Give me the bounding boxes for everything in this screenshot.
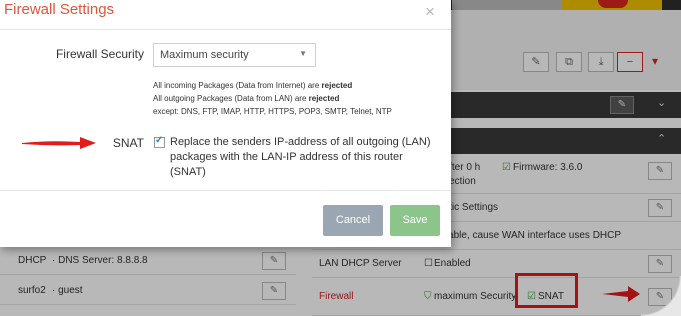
exceptions-info: except: DNS, FTP, IMAP, HTTP, HTTPS, POP…	[153, 107, 392, 116]
firewall-security-label: Firewall Security	[55, 47, 144, 61]
dialog-footer: Cancel Save	[0, 190, 451, 247]
snat-label: SNAT	[112, 136, 144, 150]
dialog-title: Firewall Settings	[4, 1, 115, 18]
close-icon[interactable]: ×	[425, 2, 435, 22]
dialog-header: Firewall Settings ×	[0, 0, 451, 30]
incoming-rejected: rejected	[321, 81, 353, 90]
outgoing-info: All outgoing Packages (Data from LAN) ar…	[153, 94, 339, 103]
check-icon: ✓	[155, 135, 164, 146]
save-button[interactable]: Save	[390, 205, 440, 236]
cancel-button[interactable]: Cancel	[323, 205, 383, 236]
firewall-security-select[interactable]: Maximum security ▼	[153, 43, 316, 67]
incoming-info: All incoming Packages (Data from Interne…	[153, 81, 352, 90]
outgoing-rejected: rejected	[308, 94, 340, 103]
page-curl	[641, 276, 681, 316]
firewall-settings-dialog: Firewall Settings × Firewall Security Ma…	[0, 0, 451, 247]
incoming-info-text: All incoming Packages (Data from Interne…	[153, 81, 320, 90]
annotation-arrow-icon	[22, 137, 96, 149]
firewall-security-value: Maximum security	[160, 49, 249, 61]
chevron-down-icon: ▼	[299, 49, 307, 58]
outgoing-info-text: All outgoing Packages (Data from LAN) ar…	[153, 94, 307, 103]
snat-checkbox[interactable]: ✓	[154, 135, 165, 148]
snat-description: Replace the senders IP-address of all ou…	[170, 136, 431, 178]
